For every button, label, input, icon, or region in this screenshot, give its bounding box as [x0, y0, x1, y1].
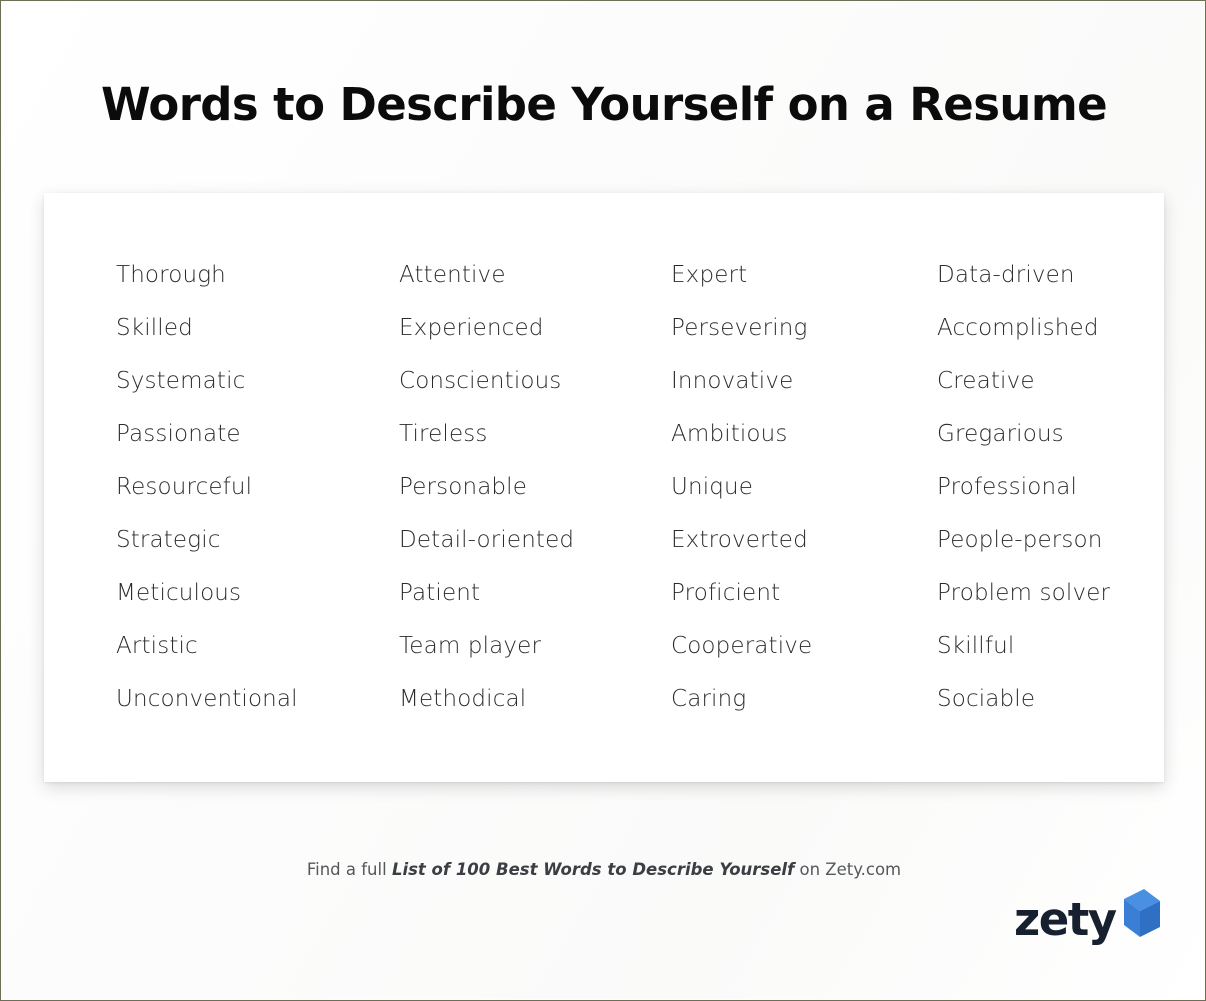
page-title: Words to Describe Yourself on a Resume — [100, 78, 1108, 131]
footer-note: Find a full List of 100 Best Words to De… — [2, 860, 1206, 879]
word-item: Gregarious — [937, 421, 1064, 447]
word-item: Personable — [399, 474, 528, 500]
word-item: Patient — [399, 580, 481, 606]
footer-emphasis: List of 100 Best Words to Describe Yours… — [391, 860, 795, 879]
word-item: Attentive — [399, 262, 506, 288]
word-item: Detail-oriented — [399, 527, 575, 553]
image-frame: Words to Describe Yourself on a Resume T… — [0, 0, 1206, 1001]
words-card: Thorough Skilled Systematic Passionate R… — [44, 193, 1164, 782]
zety-wordmark: zety — [1014, 893, 1117, 946]
word-item: Experienced — [399, 315, 544, 341]
word-item: Extroverted — [671, 527, 808, 553]
word-item: Accomplished — [937, 315, 1099, 341]
word-column-1: Thorough Skilled Systematic Passionate R… — [44, 249, 321, 782]
page-root: Words to Describe Yourself on a Resume T… — [2, 2, 1204, 999]
word-column-2: Attentive Experienced Conscientious Tire… — [321, 249, 591, 782]
word-item: Professional — [937, 474, 1078, 500]
word-item: Strategic — [116, 527, 221, 553]
word-item: Team player — [399, 633, 542, 659]
word-item: Methodical — [399, 686, 527, 712]
zety-chevron-icon — [1110, 887, 1162, 943]
footer-prefix: Find a full — [306, 860, 392, 879]
word-item: People-person — [937, 527, 1103, 553]
word-item: Sociable — [937, 686, 1036, 712]
word-item: Passionate — [116, 421, 241, 447]
footer-suffix: on Zety.com — [794, 860, 902, 879]
word-item: Artistic — [116, 633, 198, 659]
word-item: Caring — [671, 686, 747, 712]
word-column-4: Data-driven Accomplished Creative Gregar… — [859, 249, 1164, 782]
word-item: Problem solver — [937, 580, 1111, 606]
word-item: Cooperative — [671, 633, 813, 659]
word-item: Tireless — [399, 421, 488, 447]
word-column-3: Expert Persevering Innovative Ambitious … — [591, 249, 859, 782]
words-columns: Thorough Skilled Systematic Passionate R… — [44, 193, 1164, 782]
word-item: Persevering — [671, 315, 808, 341]
word-item: Thorough — [116, 262, 226, 288]
word-item: Systematic — [116, 368, 246, 394]
word-item: Resourceful — [116, 474, 253, 500]
word-item: Skilled — [116, 315, 193, 341]
word-item: Unique — [671, 474, 754, 500]
word-item: Meticulous — [116, 580, 242, 606]
word-item: Proficient — [671, 580, 781, 606]
word-item: Ambitious — [671, 421, 788, 447]
word-item: Creative — [937, 368, 1035, 394]
zety-logo: zety — [1014, 887, 1164, 952]
word-item: Skillful — [937, 633, 1015, 659]
word-item: Expert — [671, 262, 748, 288]
word-item: Conscientious — [399, 368, 562, 394]
word-item: Innovative — [671, 368, 794, 394]
word-item: Data-driven — [937, 262, 1075, 288]
word-item: Unconventional — [116, 686, 298, 712]
